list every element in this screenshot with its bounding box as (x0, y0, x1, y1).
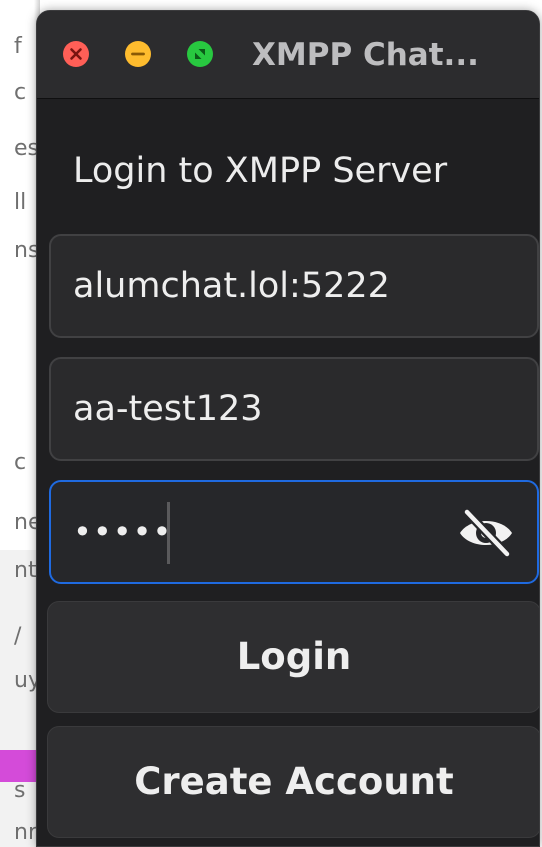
eye-slash-icon[interactable] (457, 508, 515, 558)
fullscreen-icon (195, 49, 205, 59)
background-text: s (14, 778, 26, 803)
text-cursor (167, 502, 170, 564)
window-title: XMPP Chat... (252, 37, 479, 73)
background-text: ll (14, 190, 27, 215)
create-account-button[interactable]: Create Account (47, 726, 539, 838)
username-input[interactable]: aa-test123 (49, 357, 539, 461)
server-input-value: alumchat.lol:5222 (73, 266, 390, 306)
page-title: Login to XMPP Server (73, 151, 448, 191)
background-text: c (14, 450, 27, 475)
app-window: XMPP Chat... Login to XMPP Server alumch… (36, 10, 540, 847)
close-window-button[interactable] (63, 41, 89, 67)
title-bar[interactable]: XMPP Chat... (37, 11, 539, 99)
background-text: / (14, 624, 22, 649)
username-input-value: aa-test123 (73, 389, 263, 429)
background-text: f (14, 34, 22, 59)
background-window: f c es ll ns c ne nt / uy s nr (0, 0, 40, 847)
minimize-icon (131, 52, 145, 56)
close-icon (70, 48, 82, 60)
server-input[interactable]: alumchat.lol:5222 (49, 234, 539, 338)
background-text: c (14, 80, 27, 105)
password-input-value: ••••• (73, 513, 173, 551)
password-input[interactable]: ••••• (49, 480, 539, 584)
zoom-window-button[interactable] (187, 41, 213, 67)
login-button[interactable]: Login (47, 601, 539, 713)
minimize-window-button[interactable] (125, 41, 151, 67)
